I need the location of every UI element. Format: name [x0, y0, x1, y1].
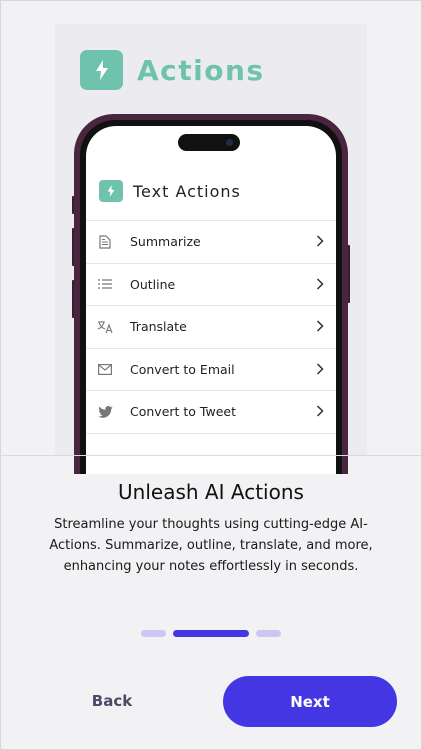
dynamic-island: [178, 134, 240, 151]
phone-mockup: Text Actions Summarize Outline Translate…: [74, 114, 348, 474]
onboarding-headline: Unleash AI Actions: [118, 480, 304, 504]
chevron-right-icon: [316, 405, 324, 417]
screen-title: Text Actions: [133, 181, 241, 201]
page-dot-1[interactable]: [141, 630, 166, 637]
onboarding-description: Streamline your thoughts using cutting-e…: [49, 517, 373, 574]
twitter-bird-icon: [97, 404, 113, 420]
chevron-right-icon: [316, 235, 324, 247]
lightning-bolt-icon: [99, 180, 123, 202]
action-outline[interactable]: Outline: [86, 264, 336, 306]
lightning-bolt-icon: [80, 50, 123, 90]
translate-icon: [97, 319, 113, 335]
brand-header: Actions: [80, 50, 265, 90]
list-icon: [97, 276, 113, 292]
chevron-right-icon: [316, 320, 324, 332]
action-convert-to-email[interactable]: Convert to Email: [86, 349, 336, 391]
action-convert-to-tweet[interactable]: Convert to Tweet: [86, 391, 336, 434]
back-button[interactable]: Back: [60, 683, 164, 719]
next-button[interactable]: Next: [223, 676, 397, 727]
actions-list: Summarize Outline Translate Convert to E…: [86, 220, 336, 434]
document-icon: [97, 234, 113, 250]
page-dot-3[interactable]: [256, 630, 281, 637]
chevron-right-icon: [316, 277, 324, 290]
page-dot-2-active[interactable]: [173, 630, 249, 637]
action-translate[interactable]: Translate: [86, 306, 336, 349]
mail-icon: [97, 361, 113, 377]
page-indicator: [0, 630, 422, 638]
action-summarize[interactable]: Summarize: [86, 221, 336, 264]
chevron-right-icon: [316, 362, 324, 375]
action-label: Translate: [130, 319, 187, 335]
brand-title: Actions: [137, 53, 265, 87]
section-divider: [0, 455, 422, 456]
action-label: Outline: [130, 276, 176, 292]
phone-screen: Text Actions Summarize Outline Translate…: [86, 126, 336, 474]
action-label: Convert to Email: [130, 361, 235, 377]
action-label: Summarize: [130, 234, 201, 250]
screen-header: Text Actions: [99, 180, 241, 202]
action-label: Convert to Tweet: [130, 404, 236, 420]
